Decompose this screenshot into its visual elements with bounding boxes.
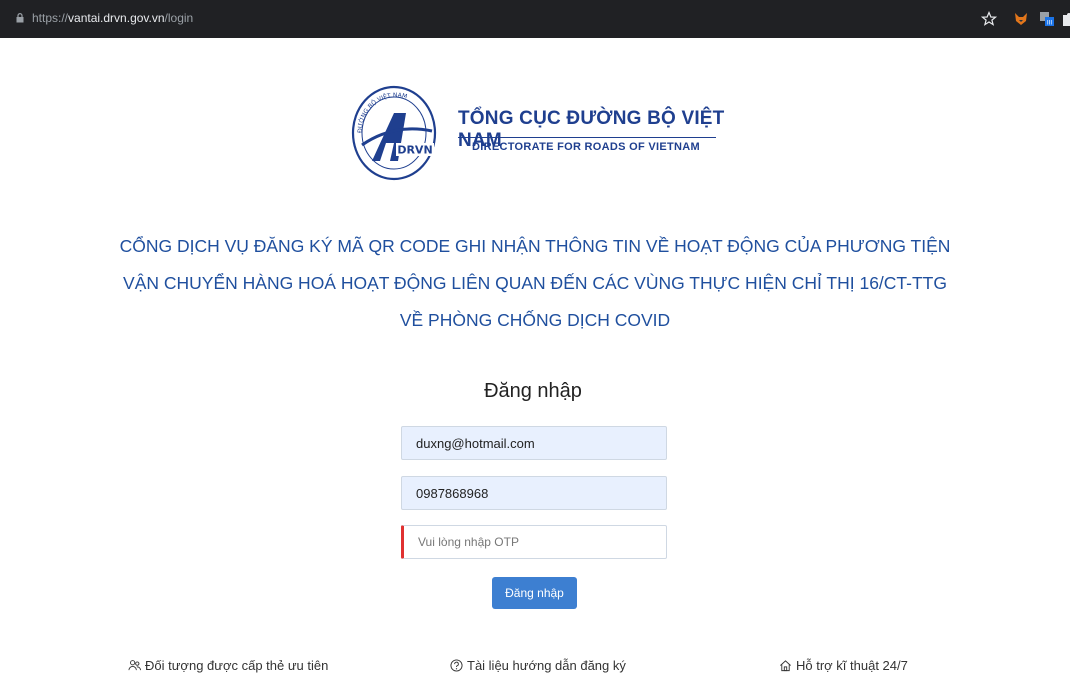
- fox-extension-icon[interactable]: [1012, 10, 1030, 28]
- login-title: Đăng nhập: [484, 380, 582, 402]
- svg-text:III: III: [1047, 20, 1053, 27]
- address-url[interactable]: https://vantai.drvn.gov.vn/login: [32, 11, 193, 25]
- svg-text:DRVN: DRVN: [397, 144, 432, 157]
- logo-title-en: DIRECTORATE FOR ROADS OF VIETNAM: [472, 141, 700, 153]
- priority-card-label: Đối tượng được cấp thẻ ưu tiên: [145, 658, 329, 673]
- phone-field[interactable]: [401, 476, 667, 510]
- headline-line-3: VỀ PHÒNG CHỐNG DỊCH COVID: [399, 310, 671, 330]
- service-headline: CỔNG DỊCH VỤ ĐĂNG KÝ MÃ QR CODE GHI NHẬN…: [90, 228, 980, 339]
- lock-icon: [16, 13, 24, 23]
- browser-address-bar[interactable]: https://vantai.drvn.gov.vn/login III: [0, 0, 1070, 38]
- technical-support-label: Hỗ trợ kĩ thuật 24/7: [796, 658, 908, 673]
- priority-card-link[interactable]: Đối tượng được cấp thẻ ưu tiên: [128, 658, 328, 673]
- technical-support-link[interactable]: Hỗ trợ kĩ thuật 24/7: [779, 658, 908, 673]
- guide-document-link[interactable]: Tài liệu hướng dẫn đăng ký: [450, 658, 626, 673]
- help-circle-icon: [450, 659, 463, 672]
- headline-line-1: CỔNG DỊCH VỤ ĐĂNG KÝ MÃ QR CODE GHI NHẬN…: [119, 236, 951, 256]
- drvn-logo: ĐƯỜNG BỘ VIỆT NAM DRVN TỔNG CỤC ĐƯỜNG BỘ…: [348, 83, 738, 183]
- otp-field[interactable]: [401, 525, 667, 559]
- headline-line-2: VẬN CHUYỂN HÀNG HOÁ HOẠT ĐỘNG LIÊN QUAN …: [123, 273, 947, 293]
- star-icon[interactable]: [980, 10, 998, 28]
- logo-divider: [458, 137, 716, 138]
- drvn-emblem-icon: ĐƯỜNG BỘ VIỆT NAM DRVN: [351, 85, 437, 181]
- translate-extension-icon[interactable]: III: [1038, 10, 1056, 28]
- guide-document-label: Tài liệu hướng dẫn đăng ký: [467, 658, 626, 673]
- login-button[interactable]: Đăng nhập: [492, 577, 577, 609]
- users-icon: [128, 660, 141, 671]
- home-icon: [780, 660, 791, 672]
- email-field[interactable]: [401, 426, 667, 460]
- puzzle-extension-icon[interactable]: [1060, 10, 1070, 28]
